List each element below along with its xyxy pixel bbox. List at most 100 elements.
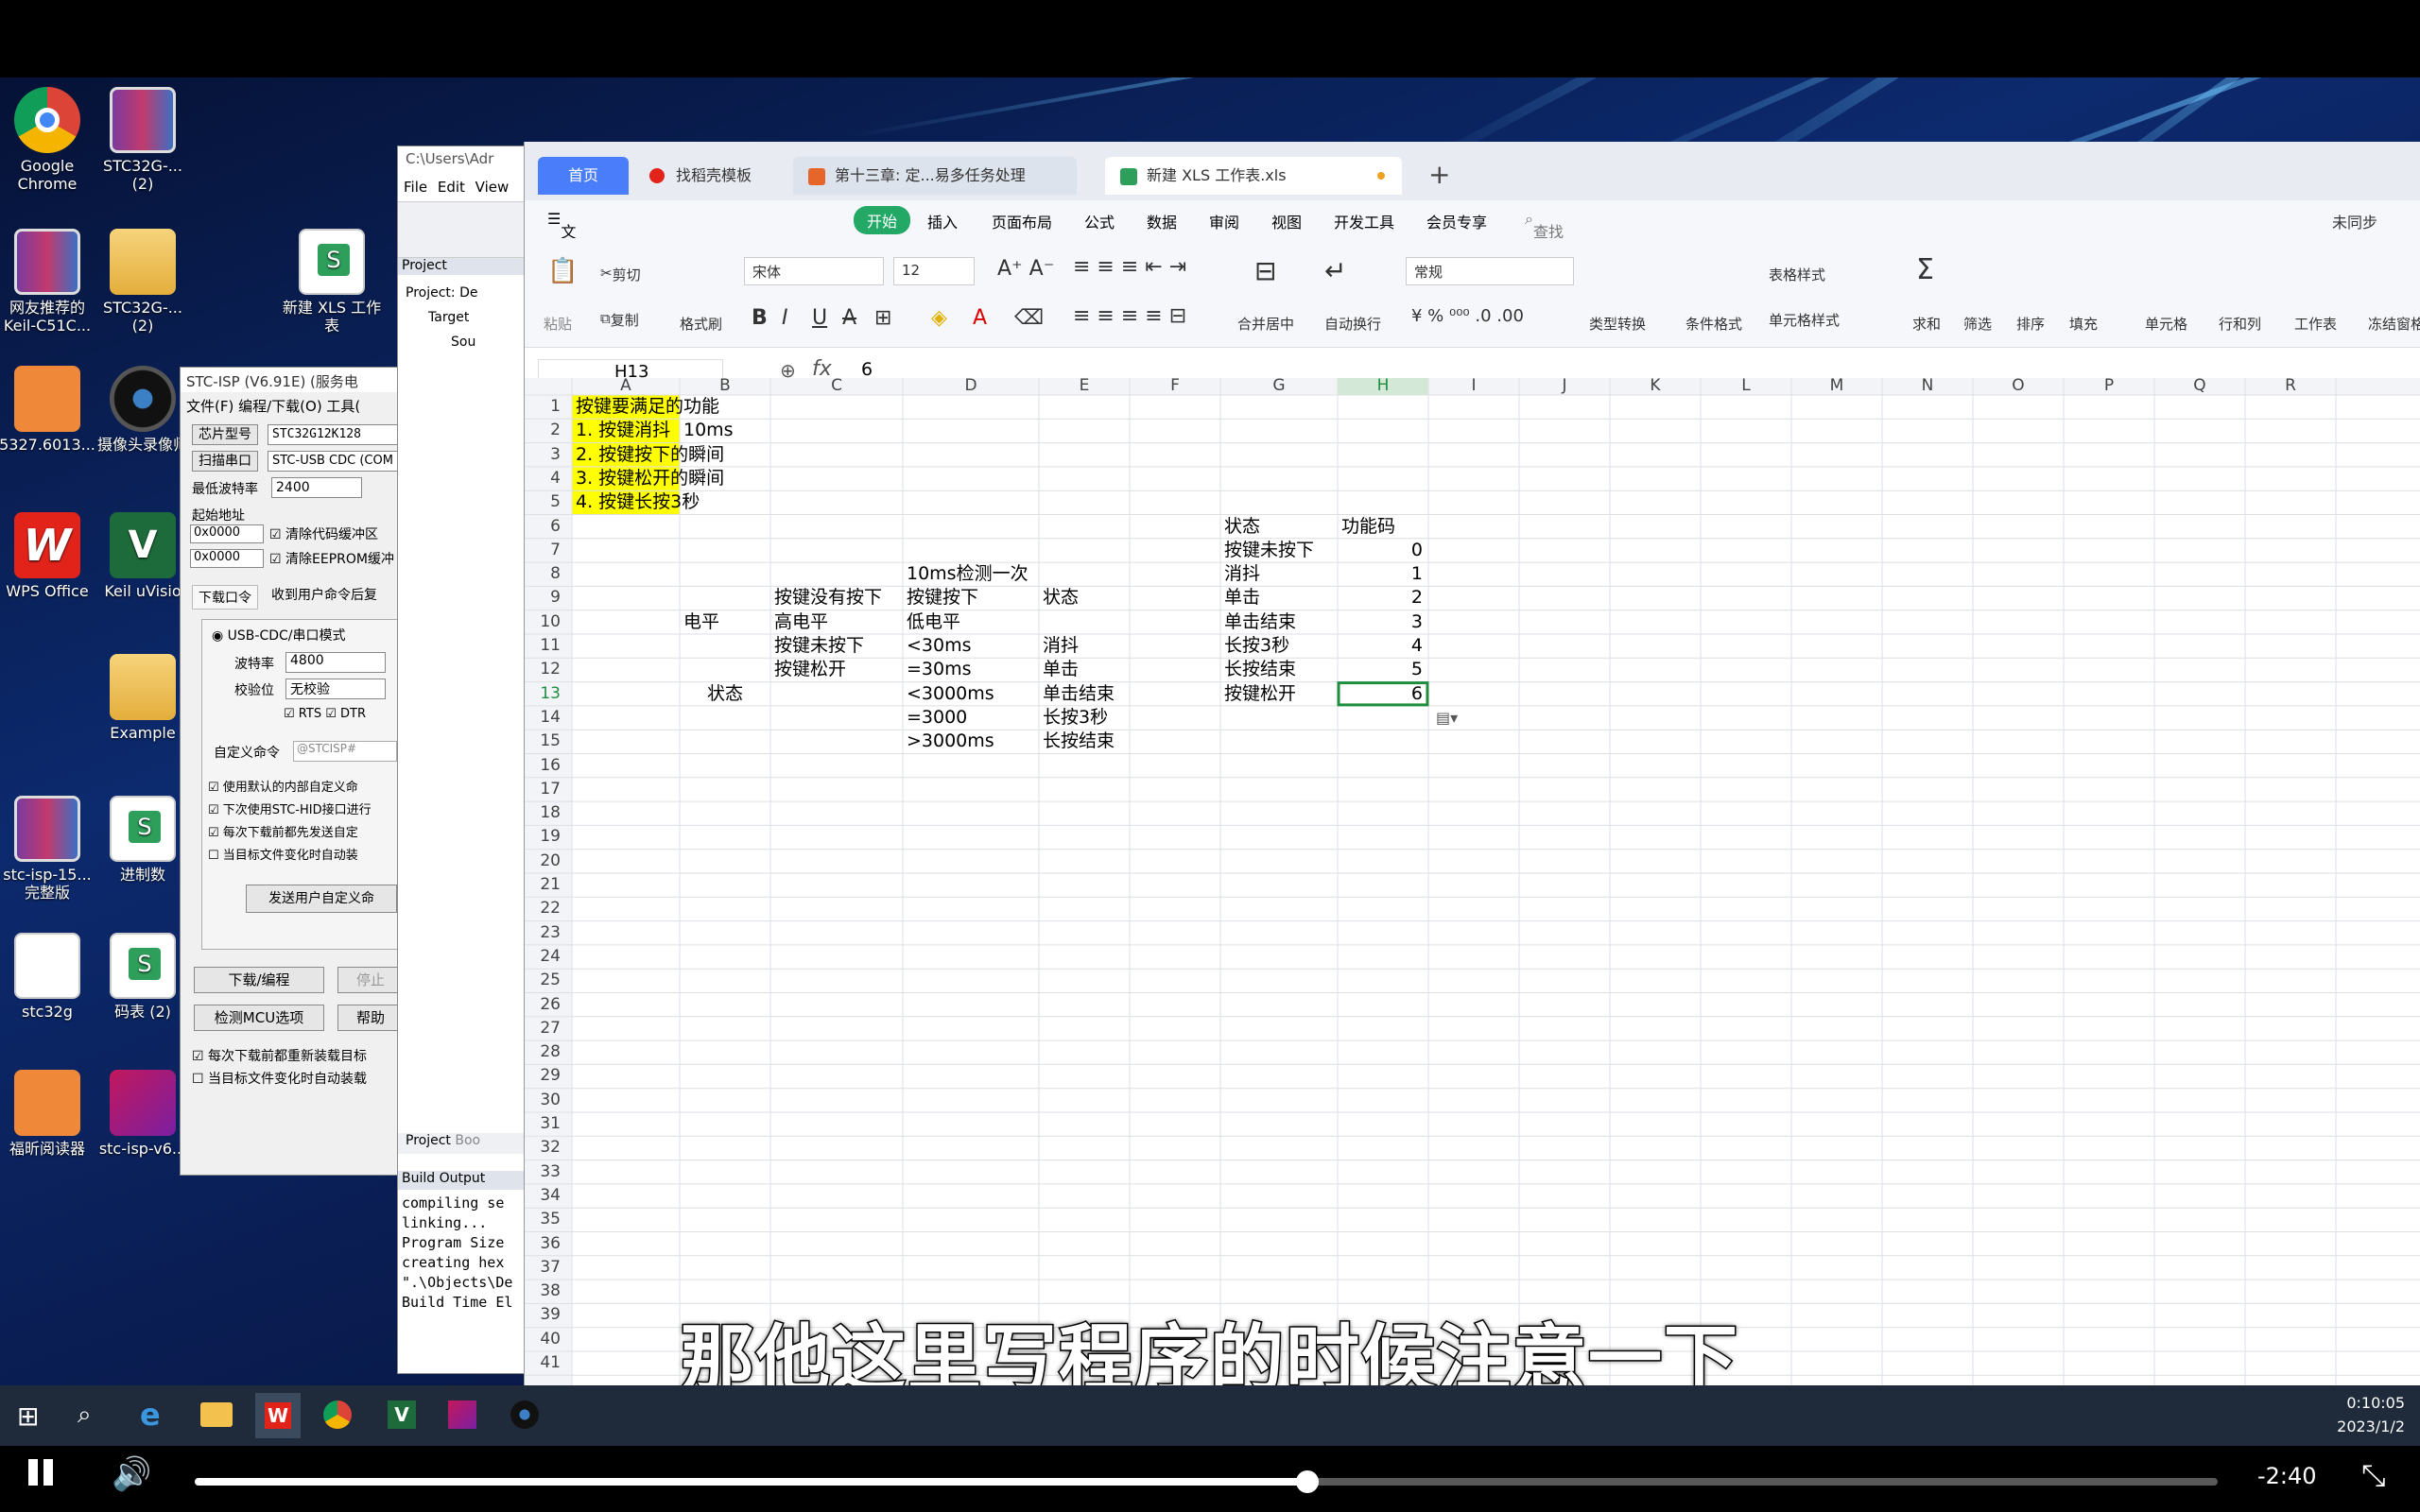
send-custom-command-button[interactable]: 发送用户自定义命: [246, 885, 397, 913]
option-use-default-checkbox[interactable]: ☑ 使用默认的内部自定义命: [208, 777, 358, 795]
column-header-P[interactable]: P: [2064, 374, 2154, 398]
align-top-icons[interactable]: ≡ ≡ ≡ ⇤ ⇥: [1073, 255, 1186, 279]
taskbar-wps-active[interactable]: W: [255, 1393, 301, 1438]
cell-B10[interactable]: 电平: [683, 610, 719, 634]
sort-button[interactable]: 排序: [2016, 314, 2045, 334]
underline-icon[interactable]: U: [812, 306, 827, 330]
row-header[interactable]: 34: [525, 1184, 561, 1208]
system-clock[interactable]: 0:10:05 2023/1/2: [2335, 1391, 2405, 1438]
help-button[interactable]: 帮助: [337, 1005, 404, 1031]
tab-template[interactable]: 找稻壳模板: [634, 157, 786, 195]
port-select[interactable]: STC-USB CDC (COM: [268, 451, 400, 472]
stop-button[interactable]: 停止: [337, 967, 404, 993]
row-header[interactable]: 36: [525, 1232, 561, 1256]
row-header[interactable]: 30: [525, 1089, 561, 1112]
row-header[interactable]: 22: [525, 897, 561, 920]
fill-color-icon[interactable]: ◈: [931, 306, 947, 330]
windows-start-icon[interactable]: ⊞: [17, 1400, 39, 1432]
volume-icon[interactable]: 🔊: [112, 1455, 151, 1493]
filter-button[interactable]: 筛选: [1963, 314, 1992, 334]
cell-D8[interactable]: 10ms检测一次: [907, 562, 1028, 586]
clear-format-icon[interactable]: ⌫: [1014, 306, 1044, 330]
min-baud-select[interactable]: 2400: [271, 477, 362, 498]
auto-on-target-change-checkbox[interactable]: ☐ 当目标文件变化时自动装载: [192, 1069, 367, 1088]
cell-G6[interactable]: 状态: [1224, 515, 1260, 539]
cell-H6[interactable]: 功能码: [1341, 515, 1395, 539]
camera-icon[interactable]: [510, 1400, 539, 1429]
menu-data[interactable]: 数据: [1147, 210, 1177, 232]
column-header-O[interactable]: O: [1973, 374, 2064, 398]
tab-chapter13[interactable]: 第十三章: 定...易多任务处理: [793, 157, 1077, 195]
cell-E11[interactable]: 消抖: [1043, 634, 1079, 658]
cells-button[interactable]: 单元格: [2145, 314, 2187, 334]
row-header[interactable]: 18: [525, 801, 561, 825]
option-auto-on-change-checkbox[interactable]: ☐ 当目标文件变化时自动装: [208, 845, 358, 863]
font-color-icon[interactable]: A: [973, 306, 987, 330]
column-header-E[interactable]: E: [1039, 374, 1130, 398]
exit-fullscreen-icon[interactable]: ⤡: [2361, 1457, 2386, 1494]
merge-center-button[interactable]: 合并居中: [1237, 314, 1294, 334]
cell-C9[interactable]: 按键没有按下: [774, 586, 882, 610]
cell-D10[interactable]: 低电平: [907, 610, 960, 634]
cell-A1[interactable]: 按键要满足的功能: [576, 395, 719, 419]
column-header-M[interactable]: M: [1791, 374, 1882, 398]
row-header[interactable]: 13: [525, 682, 561, 706]
pause-icon[interactable]: [28, 1459, 38, 1486]
row-header[interactable]: 12: [525, 658, 561, 681]
table-style-button[interactable]: 表格样式: [1769, 265, 1825, 284]
baud-rate-select[interactable]: 4800: [285, 652, 386, 673]
freeze-panes-button[interactable]: 冻结窗格: [2368, 314, 2420, 334]
paste-button[interactable]: 粘贴: [544, 314, 572, 334]
row-header[interactable]: 29: [525, 1064, 561, 1088]
row-header[interactable]: 33: [525, 1160, 561, 1184]
desktop-icon-stc32g-folder[interactable]: STC32G-... (2): [91, 229, 195, 335]
chip-type-select[interactable]: STC32G12K128: [268, 424, 400, 445]
search-icon[interactable]: ⌕: [78, 1400, 92, 1430]
border-icon[interactable]: ⊞: [874, 306, 891, 330]
cell-H13[interactable]: 6: [1338, 682, 1423, 706]
option-next-hid-checkbox[interactable]: ☑ 下次使用STC-HID接口进行: [208, 799, 372, 817]
desktop-icon-foxit-reader[interactable]: 福昕阅读器: [0, 1070, 99, 1158]
cell-E15[interactable]: 长按结束: [1043, 730, 1115, 753]
sync-status[interactable]: 未同步: [2332, 210, 2377, 232]
column-header-J[interactable]: J: [1519, 374, 1610, 398]
cell-G11[interactable]: 长按3秒: [1224, 634, 1289, 658]
desktop-icon-stc-isp-full[interactable]: stc-isp-15... 完整版: [0, 796, 99, 902]
cell-D12[interactable]: =30ms: [907, 658, 972, 681]
row-header[interactable]: 1: [525, 395, 561, 419]
desktop-icon-wps-office[interactable]: W WPS Office: [0, 512, 99, 600]
sum-icon[interactable]: Σ: [1916, 253, 1934, 286]
cell-B13[interactable]: 状态: [680, 682, 770, 706]
format-painter-button[interactable]: 格式刷: [680, 314, 722, 334]
row-header[interactable]: 37: [525, 1256, 561, 1280]
tab-download-command[interactable]: 下载口令: [192, 585, 258, 610]
column-header-H[interactable]: H: [1338, 374, 1428, 398]
row-header[interactable]: 17: [525, 778, 561, 801]
file-explorer-icon[interactable]: [200, 1402, 233, 1427]
progress-handle[interactable]: [1296, 1470, 1319, 1493]
copy-button[interactable]: ⧉ 复制: [600, 310, 639, 329]
fill-button[interactable]: 填充: [2069, 314, 2098, 334]
row-header[interactable]: 6: [525, 515, 561, 539]
row-header[interactable]: 35: [525, 1208, 561, 1231]
row-header[interactable]: 8: [525, 562, 561, 586]
chrome-icon[interactable]: [323, 1400, 352, 1429]
menu-formula[interactable]: 公式: [1084, 210, 1115, 232]
cell-C10[interactable]: 高电平: [774, 610, 828, 634]
cell-E13[interactable]: 单击结束: [1043, 682, 1115, 706]
paste-options-icon[interactable]: ▤▾: [1436, 706, 1458, 730]
menu-developer[interactable]: 开发工具: [1334, 210, 1394, 232]
row-header[interactable]: 2: [525, 419, 561, 442]
option-send-before-download-checkbox[interactable]: ☑ 每次下载前都先发送自定: [208, 822, 358, 840]
row-header[interactable]: 5: [525, 490, 561, 514]
download-program-button[interactable]: 下载/编程: [194, 967, 324, 993]
keil-icon[interactable]: V: [388, 1400, 416, 1429]
column-header-N[interactable]: N: [1882, 374, 1973, 398]
parity-select[interactable]: 无校验: [285, 679, 386, 699]
cell-G7[interactable]: 按键未按下: [1224, 539, 1314, 562]
cell-A4[interactable]: 3. 按键松开的瞬间: [576, 467, 724, 490]
search-command[interactable]: ⌕ 查找命令、搜索模板: [1525, 210, 1564, 332]
cell-E9[interactable]: 状态: [1043, 586, 1079, 610]
row-header[interactable]: 27: [525, 1017, 561, 1040]
row-header[interactable]: 9: [525, 586, 561, 610]
